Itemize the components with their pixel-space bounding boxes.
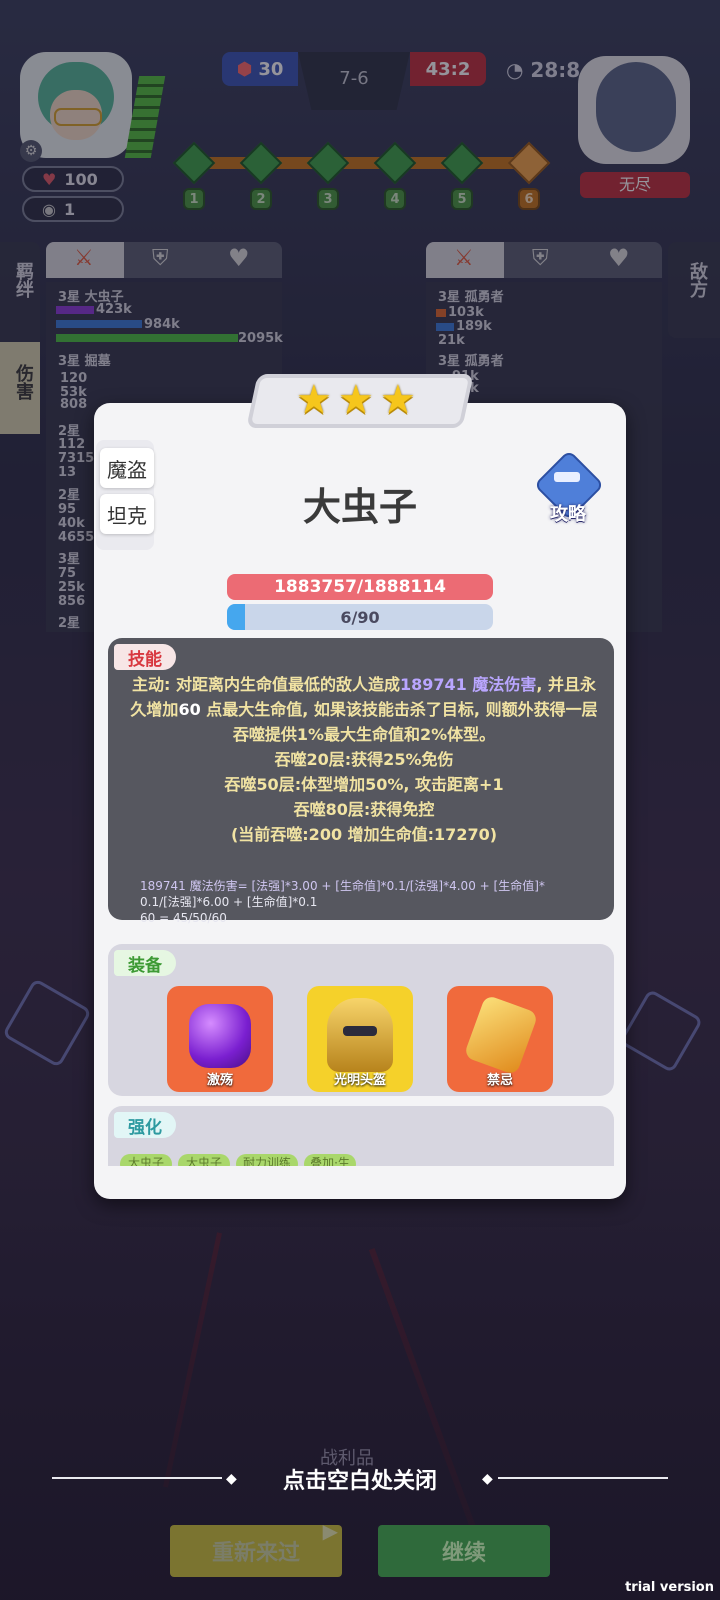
skill-damage: 189741 魔法伤害 xyxy=(399,675,537,694)
skill-title: 技能 xyxy=(114,644,176,670)
tag-trait[interactable]: 魔盗 xyxy=(100,448,154,488)
formula-line: 60 = 45/50/60 xyxy=(140,911,227,925)
skill-description: 主动: 对距离内生命值最低的敌人造成189741 魔法伤害, 并且永久增加60 … xyxy=(126,672,602,847)
video-icon: ▶ xyxy=(322,1519,338,1543)
diamond-icon: ◆ xyxy=(482,1471,493,1487)
equipment-name: 光明头盔 xyxy=(333,1073,386,1088)
star-icon: ★ xyxy=(296,377,332,423)
purple-ring-icon xyxy=(189,1004,251,1068)
divider-right xyxy=(498,1477,668,1479)
continue-label: 继续 xyxy=(441,1541,486,1566)
star-icon: ★ xyxy=(338,377,374,423)
skill-text: 点最大生命值, 如果该技能击杀了目标, 则额外获得一层吞噬提供1%最大生命值和2… xyxy=(200,700,598,744)
skill-current: (当前吞噬:200 增加生命值:17270) xyxy=(230,825,498,844)
skill-tier: 吞噬50层:体型增加50%, 攻击距离+1 xyxy=(224,775,504,794)
equipment-title: 装备 xyxy=(114,950,176,976)
unit-name: 大虫子 xyxy=(302,485,417,529)
hp-bar: 1883757/1888114 xyxy=(227,574,493,600)
skill-tier: 吞噬80层:获得免控 xyxy=(293,800,435,819)
guide-label: 攻略 xyxy=(550,504,586,525)
skill-hp-gain: 60 xyxy=(178,700,201,719)
equipment-slot[interactable]: 禁忌 xyxy=(447,986,553,1092)
formula-line: 189741 魔法伤害= [法强]*3.00 + [生命值]*0.1/[法强]*… xyxy=(140,879,545,893)
crystal-gauntlet-icon xyxy=(463,994,539,1076)
star-icon: ★ xyxy=(380,377,416,423)
enhance-chip[interactable]: 大虫子 xyxy=(178,1154,230,1166)
continue-button[interactable]: 继续 xyxy=(378,1525,550,1577)
enhance-chip[interactable]: 耐力训练 xyxy=(236,1154,298,1166)
retry-label: 重新来过 xyxy=(211,1541,300,1566)
mana-bar: 6/90 xyxy=(227,604,493,630)
equipment-slot[interactable]: 光明头盔 xyxy=(307,986,413,1092)
formula-line: 0.1/[法强]*6.00 + [生命值]*0.1 xyxy=(140,895,318,909)
hp-text: 1883757/1888114 xyxy=(274,577,446,597)
equipment-name: 激殇 xyxy=(206,1073,233,1088)
watermark: trial version xyxy=(625,1580,714,1595)
enhance-chip-row: 大虫子 大虫子 耐力训练 叠加·生 xyxy=(108,1150,614,1166)
cap-highlight xyxy=(554,472,580,482)
enhance-chip[interactable]: 叠加·生 xyxy=(304,1154,356,1166)
mana-text: 6/90 xyxy=(340,607,380,627)
damage-formula: 189741 魔法伤害= [法强]*3.00 + [生命值]*0.1/[法强]*… xyxy=(140,878,590,926)
helmet-visor xyxy=(343,1026,377,1036)
skill-text: 主动: 对距离内生命值最低的敌人造成 xyxy=(131,675,400,694)
equipment-name: 禁忌 xyxy=(486,1073,513,1088)
close-hint: 点击空白处关闭 xyxy=(282,1469,437,1494)
retry-button[interactable]: 重新来过 ▶ xyxy=(170,1519,342,1577)
skill-tier: 吞噬20层:获得25%免伤 xyxy=(274,750,454,769)
guide-button[interactable]: 攻略 xyxy=(533,449,605,525)
tag-role[interactable]: 坦克 xyxy=(100,494,154,534)
equipment-slot[interactable]: 激殇 xyxy=(167,986,273,1092)
enhance-chip[interactable]: 大虫子 xyxy=(120,1154,172,1166)
enhance-title: 强化 xyxy=(114,1112,176,1138)
